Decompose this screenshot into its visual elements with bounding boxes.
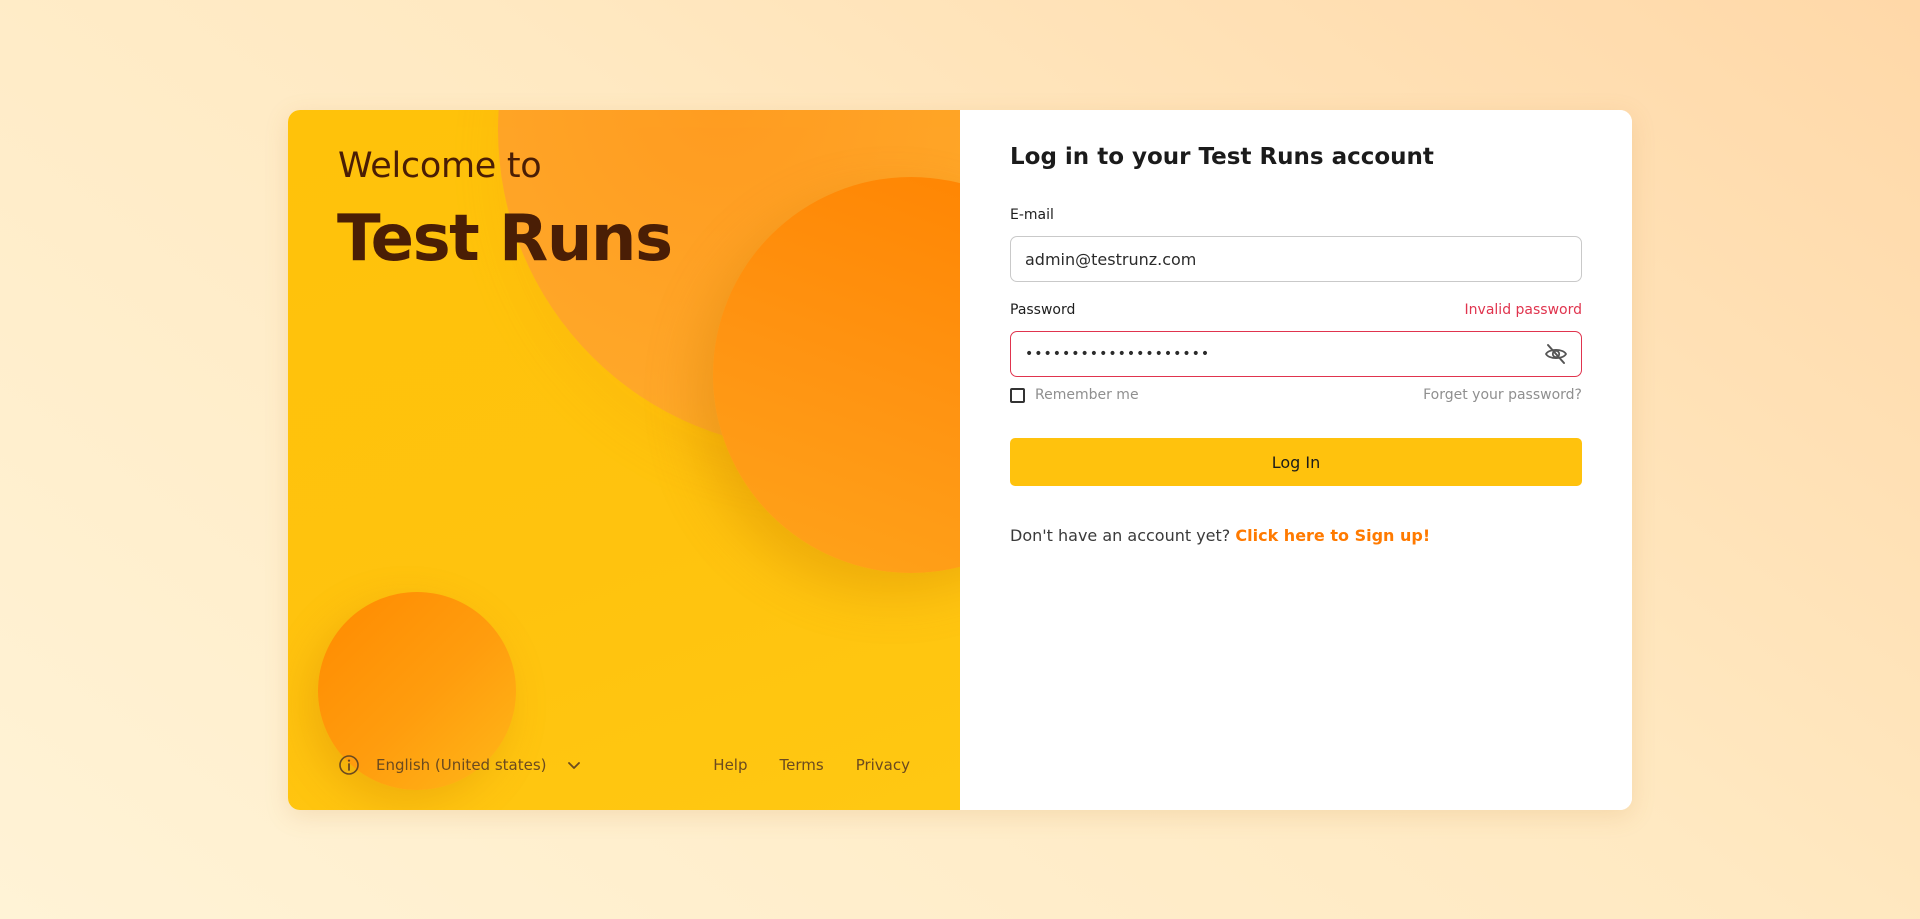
password-field[interactable] [1010,331,1582,377]
remember-checkbox[interactable] [1010,387,1025,403]
signup-prompt: Don't have an account yet? [1010,526,1231,545]
form-title: Log in to your Test Runs account [1010,144,1434,170]
login-card: Welcome to Test Runs English (United sta… [288,110,1632,810]
hero-footer: English (United states) Help Terms Priva… [338,752,910,778]
login-button[interactable]: Log In [1010,438,1582,486]
email-field[interactable] [1010,236,1582,282]
info-icon [338,754,360,776]
signup-link[interactable]: Click here to Sign up! [1235,526,1430,545]
app-name-heading: Test Runs [337,202,673,276]
forgot-password-link[interactable]: Forget your password? [1423,387,1582,403]
hero-panel: Welcome to Test Runs English (United sta… [288,110,960,810]
help-link[interactable]: Help [713,756,747,774]
eye-off-icon[interactable] [1544,343,1568,365]
privacy-link[interactable]: Privacy [856,756,910,774]
chevron-down-icon [567,758,581,772]
signup-row: Don't have an account yet? Click here to… [1010,526,1430,545]
welcome-text: Welcome to [338,146,542,186]
language-selector[interactable]: English (United states) [338,754,581,776]
terms-link[interactable]: Terms [780,756,824,774]
email-label: E-mail [1010,207,1054,223]
login-form-panel: Log in to your Test Runs account E-mail … [960,110,1632,810]
remember-label: Remember me [1035,387,1139,403]
password-label: Password [1010,302,1076,318]
remember-me[interactable]: Remember me [1010,387,1139,403]
language-label: English (United states) [376,756,547,774]
password-error-text: Invalid password [1464,302,1582,318]
footer-links: Help Terms Privacy [713,756,910,774]
